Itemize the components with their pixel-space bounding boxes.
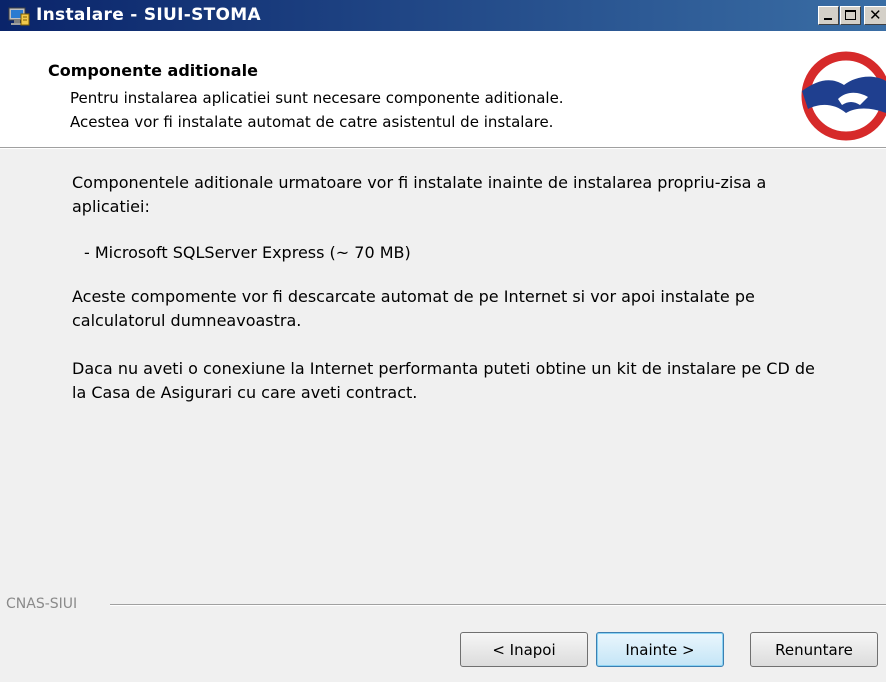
component-list-item: - Microsoft SQLServer Express (~ 70 MB) [84, 243, 411, 262]
wizard-body: Componentele aditionale urmatoare vor fi… [0, 149, 886, 682]
cnas-logo [801, 51, 886, 141]
minimize-icon [824, 18, 832, 20]
minimize-button[interactable] [818, 6, 839, 25]
page-title: Componente aditionale [48, 61, 258, 80]
close-icon: ✕ [869, 6, 882, 24]
next-button[interactable]: Inainte > [596, 632, 724, 667]
back-button[interactable]: < Inapoi [460, 632, 588, 667]
close-button[interactable]: ✕ [864, 6, 886, 25]
cancel-button[interactable]: Renuntare [750, 632, 878, 667]
title-bar[interactable]: Instalare - SIUI-STOMA ✕ [0, 0, 886, 31]
page-subtitle-line2: Acestea vor fi instalate automat de catr… [70, 113, 554, 131]
installer-computer-icon [8, 7, 30, 26]
brand-label: CNAS-SIUI [6, 596, 78, 612]
maximize-icon [845, 10, 856, 20]
page-subtitle-line1: Pentru instalarea aplicatiei sunt necesa… [70, 89, 564, 107]
footer-divider [110, 604, 886, 606]
window-title: Instalare - SIUI-STOMA [36, 5, 261, 25]
info-paragraph-3: Daca nu aveti o conexiune la Internet pe… [72, 359, 815, 402]
info-paragraph-1: Componentele aditionale urmatoare vor fi… [72, 173, 767, 216]
wizard-header: Componente aditionale Pentru instalarea … [0, 31, 886, 147]
info-paragraph-2: Aceste compomente vor fi descarcate auto… [72, 287, 755, 330]
maximize-button[interactable] [840, 6, 861, 25]
